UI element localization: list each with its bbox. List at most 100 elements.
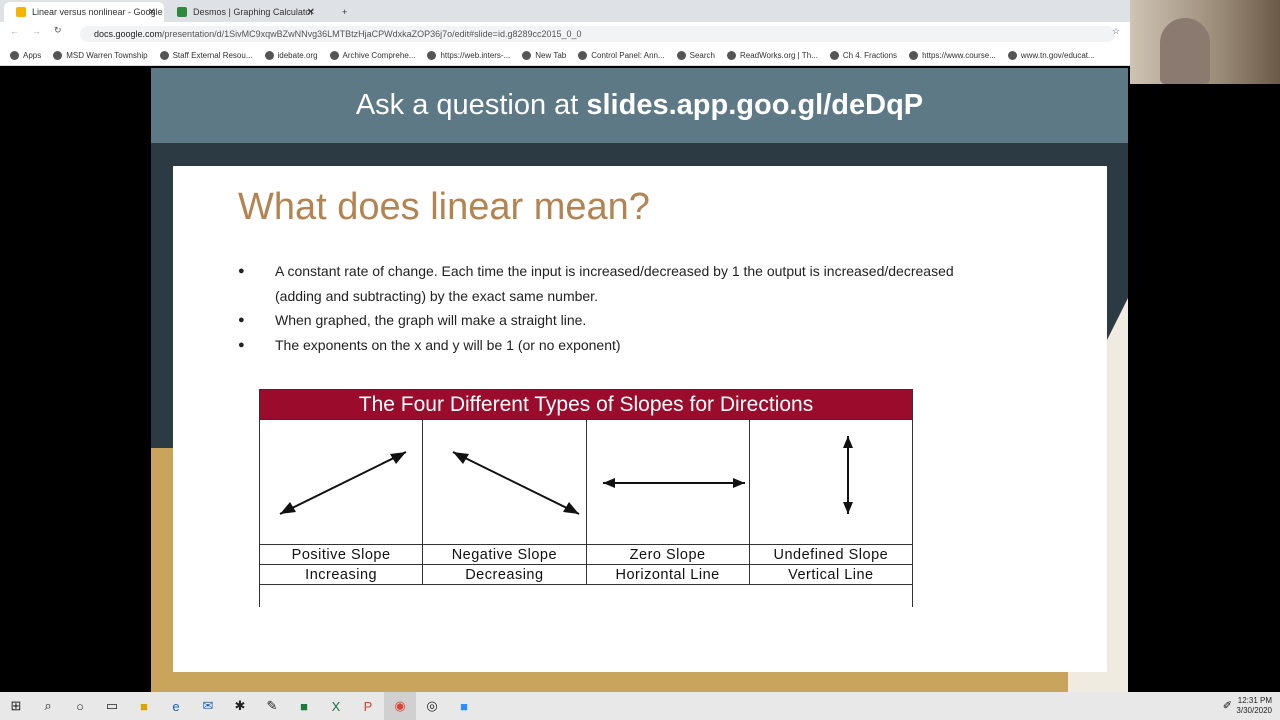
app-icon[interactable]: ✎ [256, 692, 288, 720]
app-icon[interactable]: ■ [288, 692, 320, 720]
bookmark-label: https://www.course... [922, 51, 996, 60]
pen-icon[interactable]: ✐ [1223, 699, 1232, 712]
bookmark-item[interactable]: www.tn.gov/educat... [1007, 51, 1095, 60]
bookmark-label: Staff External Resou... [172, 51, 253, 60]
bookmarks-bar: Apps MSD Warren Township Staff External Re… [0, 46, 1130, 66]
banner-text: Ask a question at [355, 89, 587, 121]
new-tab-button[interactable]: + [330, 2, 347, 22]
bookmark-icon [909, 51, 919, 60]
bookmark-icon [264, 51, 274, 60]
bookmark-label: Search [689, 51, 715, 60]
bookmark-label: ReadWorks.org | Th... [740, 51, 818, 60]
zoom-icon[interactable]: ■ [448, 692, 480, 720]
slides-icon [16, 7, 26, 17]
bookmark-label: Apps [23, 51, 42, 60]
bookmark-label: Archive Comprehe... [342, 51, 416, 60]
empty-row [259, 584, 913, 607]
start-icon[interactable]: ⊞ [0, 692, 32, 720]
bookmark-icon [829, 51, 839, 60]
date: 3/30/2020 [1236, 706, 1272, 715]
bookmark-item[interactable]: ReadWorks.org | Th... [727, 51, 818, 60]
star-icon[interactable]: ☆ [1112, 26, 1120, 37]
positive-slope-cell [258, 419, 424, 545]
presenter [1160, 18, 1210, 84]
banner-link[interactable]: slides.app.goo.gl/deDqP [586, 89, 923, 121]
bookmark-item[interactable]: New Tab [522, 51, 566, 60]
close-icon[interactable]: ✕ [307, 7, 315, 18]
tab-label: Linear versus nonlinear - Google [32, 7, 163, 17]
bookmark-item[interactable]: https://web.inters-... [427, 51, 510, 60]
bullet: A constant rate of change. Each time the… [238, 259, 958, 308]
url-input[interactable]: docs.google.com/presentation/d/1SivMC9xq… [80, 26, 1115, 42]
slope-desc: Decreasing [422, 564, 587, 585]
chrome-icon[interactable]: ◉ [384, 692, 416, 720]
bullet: The exponents on the x and y will be 1 (… [238, 333, 958, 358]
slope-desc: Vertical Line [748, 564, 914, 585]
bookmark-label: New Tab [535, 51, 567, 60]
bookmark-icon [329, 51, 339, 60]
bookmark-label: MSD Warren Township [66, 51, 148, 60]
url-host: docs.google.com [94, 29, 163, 39]
reload-icon[interactable]: ↻ [54, 25, 62, 36]
zero-slope-cell [585, 419, 750, 545]
bookmark-item[interactable]: https://www.course... [909, 51, 996, 60]
clock[interactable]: 12:31 PM 3/30/2020 [1236, 696, 1272, 716]
forward-icon[interactable]: → [32, 26, 41, 36]
app-icon[interactable]: ✱ [224, 692, 256, 720]
bookmark-icon [676, 51, 686, 60]
bookmark-item[interactable]: Search [676, 51, 715, 60]
bookmark-item[interactable]: Ch 4. Fractions [829, 51, 897, 60]
back-icon[interactable]: ← [10, 26, 19, 36]
bookmark-item[interactable]: Staff External Resou... [159, 51, 253, 60]
tab-label: Desmos | Graphing Calculator [193, 7, 314, 17]
arrow-horizontal-icon [602, 478, 745, 488]
mail-icon[interactable]: ✉ [192, 692, 224, 720]
bullet: When graphed, the graph will make a stra… [238, 308, 958, 333]
bookmark-icon [727, 51, 736, 60]
close-icon[interactable]: ✕ [148, 7, 156, 18]
slope-desc: Horizontal Line [585, 564, 750, 585]
cortana-icon[interactable]: ○ [64, 692, 96, 720]
tab-linear[interactable]: Linear versus nonlinear - Google ✕ [4, 2, 164, 22]
bookmark-label: www.tn.gov/educat... [1020, 51, 1095, 60]
desmos-icon [177, 7, 187, 17]
search-icon[interactable]: ⌕ [32, 692, 64, 720]
bookmark-icon [578, 51, 588, 60]
arrow-down-right-icon [452, 451, 580, 515]
tab-desmos[interactable]: Desmos | Graphing Calculator ✕ [165, 2, 323, 22]
app-icon[interactable]: ◎ [416, 692, 448, 720]
excel-icon[interactable]: X [320, 692, 352, 720]
bookmark-item[interactable]: MSD Warren Township [53, 51, 148, 60]
bookmark-item[interactable]: Control Panel: Ann... [578, 51, 665, 60]
table-title: The Four Different Types of Slopes for D… [259, 389, 913, 420]
edge-icon[interactable]: e [160, 692, 192, 720]
undefined-slope-cell [748, 419, 914, 545]
slide-stage: Ask a question at slides.app.goo.gl/deDq… [151, 68, 1128, 692]
slope-name: Negative Slope [422, 544, 587, 565]
negative-slope-cell [422, 419, 587, 545]
slope-name: Positive Slope [258, 544, 424, 565]
bookmark-icon [159, 51, 169, 60]
bookmark-label: https://web.inters-... [440, 51, 511, 60]
bookmark-icon [53, 51, 63, 60]
file-explorer-icon[interactable]: ■ [128, 692, 160, 720]
slope-desc: Increasing [258, 564, 424, 585]
bookmark-item[interactable]: Apps [10, 51, 41, 60]
slide-title: What does linear mean? [238, 186, 650, 228]
bookmark-item[interactable]: idebate.org [264, 51, 318, 60]
bookmark-item[interactable]: Archive Comprehe... [329, 51, 416, 60]
address-bar: ← → ↻ docs.google.com/presentation/d/1Si… [0, 22, 1130, 46]
bookmark-icon [1007, 51, 1017, 60]
powerpoint-icon[interactable]: P [352, 692, 384, 720]
bookmark-label: Control Panel: Ann... [591, 51, 665, 60]
task-view-icon[interactable]: ▭ [96, 692, 128, 720]
url-path: /presentation/d/1SivMC9xqwBZwNNvg36LMTBt… [162, 29, 582, 39]
slide: What does linear mean? A constant rate o… [173, 166, 1107, 672]
bookmark-icon [522, 51, 532, 60]
slope-name: Zero Slope [585, 544, 750, 565]
question-banner: Ask a question at slides.app.goo.gl/deDq… [151, 68, 1128, 143]
time: 12:31 PM [1237, 696, 1272, 705]
slopes-table: The Four Different Types of Slopes for D… [258, 389, 914, 607]
slope-name: Undefined Slope [748, 544, 914, 565]
arrow-up-right-icon [279, 451, 407, 515]
